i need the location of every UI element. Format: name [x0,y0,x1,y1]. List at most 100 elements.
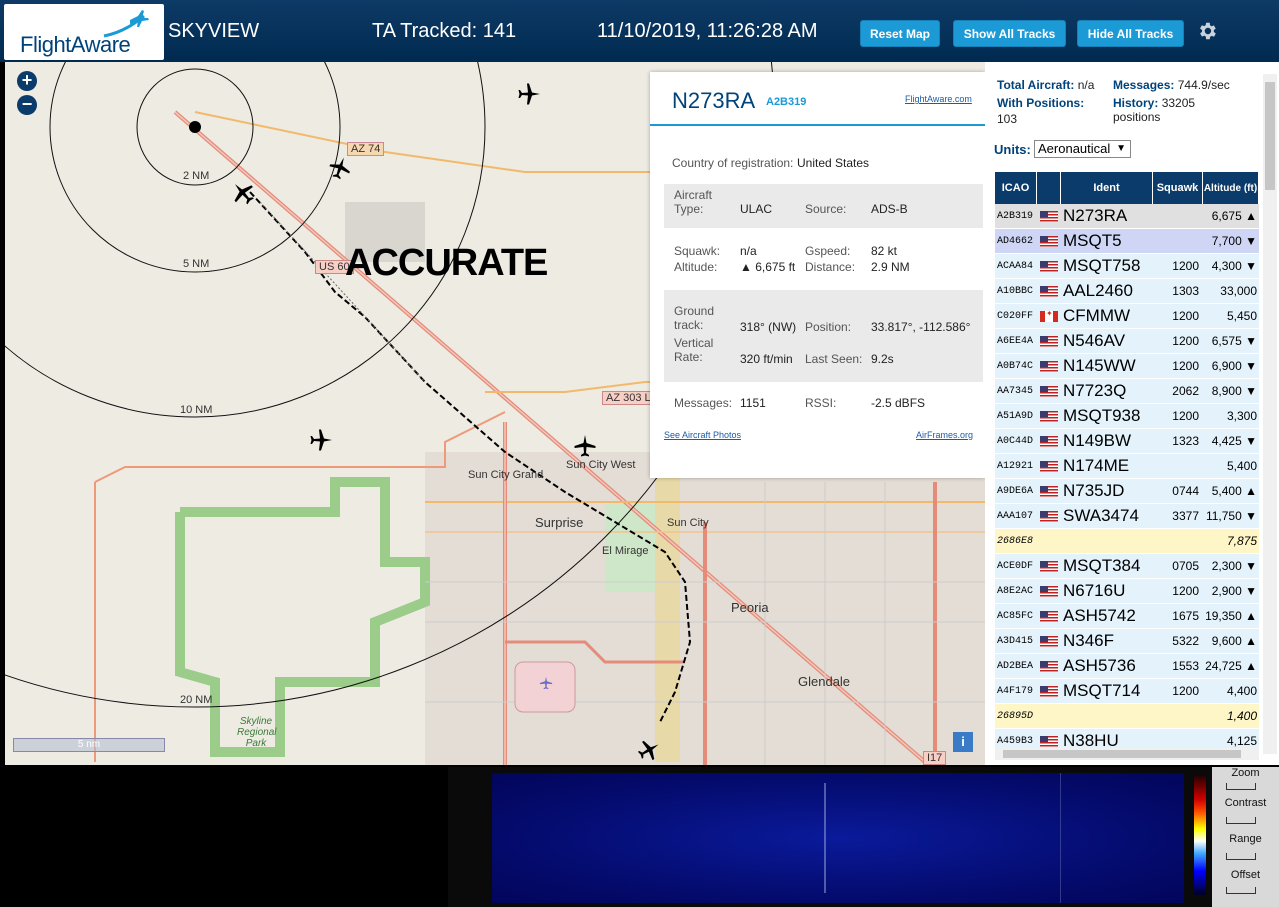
aircraft-icon[interactable] [309,428,333,452]
show-all-tracks-button[interactable]: Show All Tracks [953,20,1066,47]
aircraft-icon[interactable] [517,82,541,106]
table-row[interactable]: AC85FC ASH5742 1675 19,350 ▲ [995,604,1259,629]
zoom-out-button[interactable]: − [17,95,37,115]
with-positions-value: 103 [997,112,1018,126]
table-row[interactable]: A51A9D MSQT938 1200 3,300 [995,404,1259,429]
row-ident: AAL2460 [1061,279,1153,303]
zoom-slider[interactable] [1226,783,1256,790]
gspeed-value: 82 kt [871,244,898,258]
flightaware-link[interactable]: FlightAware.com [905,94,972,104]
table-row[interactable]: ACE0DF MSQT384 0705 2,300 ▼ [995,554,1259,579]
table-row[interactable]: A2B319 N273RA 6,675 ▲ [995,204,1259,229]
gear-icon[interactable] [1196,20,1218,42]
row-flag [1037,654,1061,678]
row-icao: ACAA84 [995,254,1037,278]
hide-all-tracks-button[interactable]: Hide All Tracks [1077,20,1184,47]
row-flag [1037,479,1061,503]
table-row[interactable]: A12921 N174ME 5,400 [995,454,1259,479]
site-name: SKYVIEW [168,20,260,42]
row-icao: C020FF [995,304,1037,328]
row-altitude: 33,000 [1203,279,1259,303]
row-squawk: 0744 [1153,479,1203,503]
table-row[interactable]: AD2BEA ASH5736 1553 24,725 ▲ [995,654,1259,679]
scrollbar-thumb[interactable] [1003,750,1241,758]
table-vertical-scrollbar[interactable] [1263,74,1277,754]
table-row[interactable]: AA7345 N7723Q 2062 8,900 ▼ [995,379,1259,404]
scrollbar-thumb[interactable] [1265,82,1275,190]
row-icao: A51A9D [995,404,1037,428]
aircraft-icon[interactable] [573,434,597,458]
col-flag[interactable] [1037,172,1061,204]
contrast-slider[interactable] [1226,817,1256,824]
us-flag-icon [1040,235,1058,247]
squawk-value: n/a [740,244,757,258]
row-altitude: 24,725 ▲ [1203,654,1259,678]
airframes-link[interactable]: AirFrames.org [916,430,973,440]
aircraft-icon[interactable] [328,156,352,180]
row-ident: ASH5742 [1061,604,1153,628]
messages-rate-label: Messages: [1113,78,1175,92]
row-flag [1037,254,1061,278]
col-icao[interactable]: ICAO [995,172,1037,204]
table-row[interactable]: A9DE6A N735JD 0744 5,400 ▲ [995,479,1259,504]
row-flag [1037,229,1061,253]
table-row[interactable]: A3D415 N346F 5322 9,600 ▲ [995,629,1259,654]
waterfall-display: Zoom Contrast Range Offset [448,767,1279,907]
table-horizontal-scrollbar[interactable] [995,748,1259,760]
road-i17: I17 [923,751,947,765]
table-row[interactable]: A0C44D N149BW 1323 4,425 ▼ [995,429,1259,454]
position-value: 33.817°, -112.586° [871,320,971,334]
col-ident[interactable]: Ident [1061,172,1153,204]
row-altitude: 6,575 ▼ [1203,329,1259,353]
row-flag [1037,529,1061,553]
row-altitude: 4,300 ▼ [1203,254,1259,278]
row-flag [1037,329,1061,353]
col-squawk[interactable]: Squawk [1153,172,1203,204]
table-row[interactable]: A4F179 MSQT714 1200 4,400 [995,679,1259,704]
table-row[interactable]: A8E2AC N6716U 1200 2,900 ▼ [995,579,1259,604]
label-el-mirage: El Mirage [602,545,649,557]
row-flag [1037,554,1061,578]
row-icao: A8E2AC [995,579,1037,603]
offset-slider[interactable] [1226,887,1256,894]
row-squawk [1153,229,1203,253]
row-flag [1037,429,1061,453]
units-select[interactable]: Aeronautical ▼ [1034,140,1131,158]
popup-registration: N273RA [672,88,756,113]
col-altitude[interactable]: Altitude (ft) [1203,172,1259,204]
table-row[interactable]: 2686E8 7,875 [995,529,1259,554]
row-altitude: 11,750 ▼ [1203,504,1259,528]
row-flag [1037,704,1061,728]
zoom-in-button[interactable]: + [17,71,37,91]
label-sun-city-west: Sun City West [566,459,636,471]
row-icao: AD2BEA [995,654,1037,678]
table-row[interactable]: AD4662 MSQT5 7,700 ▼ [995,229,1259,254]
flightaware-logo[interactable]: FlightAware [4,4,164,60]
units-label: Units: [994,142,1031,157]
table-row[interactable]: A0B74C N145WW 1200 6,900 ▼ [995,354,1259,379]
waterfall[interactable] [492,773,1184,903]
dropdown-arrow-icon: ▼ [1116,143,1126,154]
row-altitude: 9,600 ▲ [1203,629,1259,653]
aircraft-icon[interactable] [637,738,661,762]
us-flag-icon [1040,410,1058,422]
aircraft-type-label: Aircraft Type: [674,188,713,216]
range-slider[interactable] [1226,853,1256,860]
table-row[interactable]: 26895D 1,400 [995,704,1259,729]
row-altitude: 7,875 [1203,529,1259,553]
country-label: Country of registration: [672,156,794,170]
row-ident: N145WW [1061,354,1153,378]
reset-map-button[interactable]: Reset Map [860,20,940,47]
map-info-button[interactable]: i [953,732,973,752]
range-label-10nm: 10 NM [180,404,213,416]
source-value: ADS-B [871,202,908,216]
table-row[interactable]: A10BBC AAL2460 1303 33,000 [995,279,1259,304]
aircraft-selected-icon[interactable] [230,180,256,206]
row-icao: 26895D [995,704,1037,728]
table-row[interactable]: AAA107 SWA3474 3377 11,750 ▼ [995,504,1259,529]
aircraft-photos-link[interactable]: See Aircraft Photos [664,430,741,440]
table-row[interactable]: ACAA84 MSQT758 1200 4,300 ▼ [995,254,1259,279]
sidebar: Total Aircraft: n/a Messages: 744.9/sec … [985,62,1279,765]
table-row[interactable]: A6EE4A N546AV 1200 6,575 ▼ [995,329,1259,354]
table-row[interactable]: C020FF CFMMW12005,450 [995,304,1259,329]
